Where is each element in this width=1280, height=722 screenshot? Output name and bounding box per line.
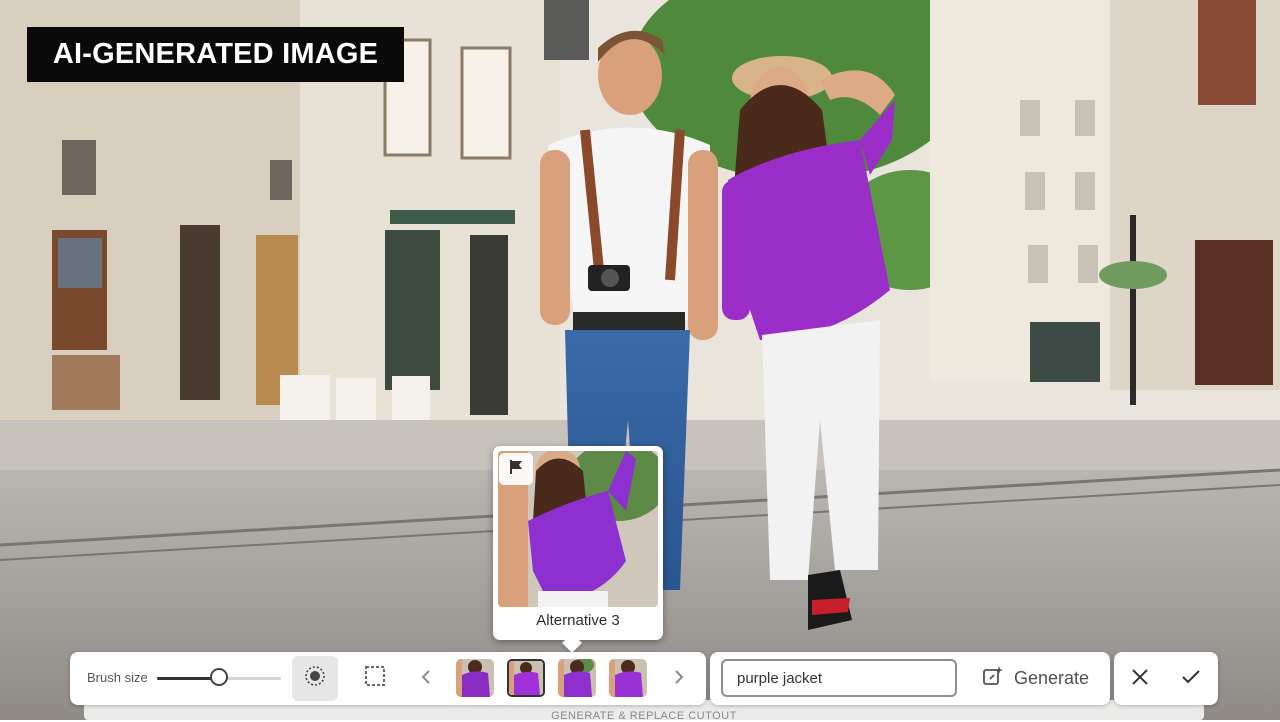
ai-generated-label: AI-GENERATED IMAGE bbox=[27, 27, 404, 82]
close-icon bbox=[1131, 668, 1149, 691]
brush-size-slider[interactable] bbox=[157, 668, 281, 686]
flag-button[interactable] bbox=[499, 453, 533, 485]
alternative-preview-popover: Alternative 3 bbox=[493, 446, 663, 653]
prompt-input[interactable] bbox=[721, 659, 957, 697]
rect-selection-icon bbox=[363, 664, 387, 693]
confirm-panel bbox=[1114, 652, 1218, 705]
generate-sparkle-icon bbox=[982, 665, 1004, 692]
brush-tool-icon bbox=[303, 664, 327, 693]
next-variant-button[interactable] bbox=[667, 664, 691, 694]
flag-icon bbox=[507, 458, 525, 481]
brush-variants-panel: Brush size bbox=[70, 652, 706, 705]
toolbar-subtitle: GENERATE & REPLACE CUTOUT bbox=[551, 710, 737, 722]
rect-selection-button[interactable] bbox=[352, 656, 398, 701]
brush-size-slider-thumb[interactable] bbox=[210, 668, 228, 686]
check-icon bbox=[1181, 669, 1201, 690]
generate-button[interactable]: Generate bbox=[972, 658, 1102, 699]
brush-tool-button[interactable] bbox=[292, 656, 338, 701]
variant-thumbnail-4[interactable] bbox=[609, 659, 647, 697]
prompt-panel: Generate bbox=[710, 652, 1110, 705]
preview-caption: Alternative 3 bbox=[536, 612, 620, 629]
variant-thumbnail-2[interactable] bbox=[507, 659, 545, 697]
chevron-left-icon bbox=[421, 668, 431, 691]
generate-label: Generate bbox=[1014, 668, 1090, 688]
cancel-button[interactable] bbox=[1121, 660, 1159, 698]
variant-thumbnail-3[interactable] bbox=[558, 659, 596, 697]
variant-thumbnail-1[interactable] bbox=[456, 659, 494, 697]
brush-size-label: Brush size bbox=[87, 670, 148, 685]
chevron-right-icon bbox=[674, 668, 684, 691]
previous-variant-button[interactable] bbox=[414, 664, 438, 694]
confirm-button[interactable] bbox=[1172, 660, 1210, 698]
